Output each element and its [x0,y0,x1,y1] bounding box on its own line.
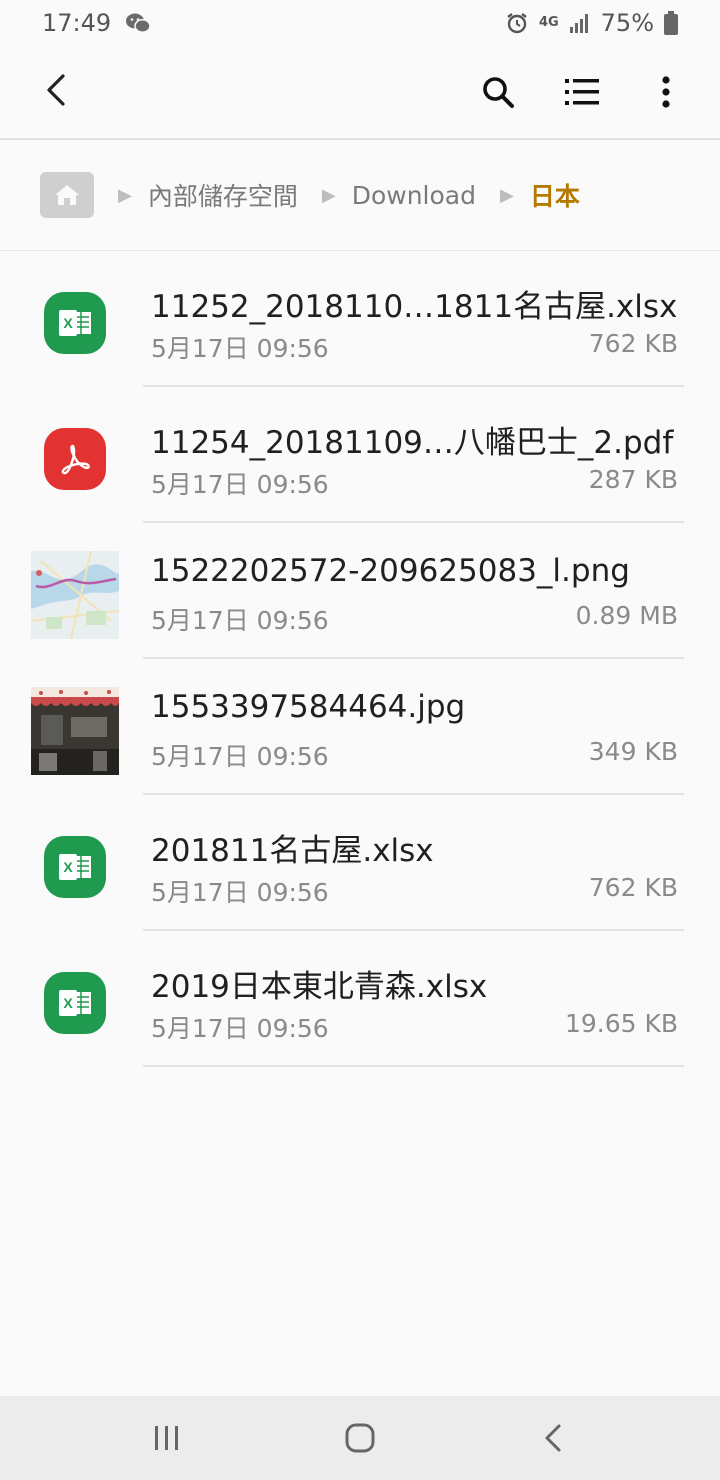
file-size: 19.65 KB [564,1009,678,1038]
file-row[interactable]: X 2019日本東北青森.xlsx 5月17日 09:56 19.65 KB [0,931,720,1067]
breadcrumb-current-folder[interactable]: 日本 [530,177,580,213]
app-bar-actions [470,64,694,120]
file-thumbnail [31,687,119,775]
file-size: 0.89 MB [575,601,678,630]
battery-icon [664,11,678,35]
file-size: 349 KB [588,737,678,766]
file-thumbnail: X [31,823,119,911]
recent-apps-button[interactable] [132,1408,202,1468]
row-divider [143,1065,684,1067]
home-folder-icon [55,185,79,205]
alarm-icon [505,11,529,35]
file-row[interactable]: 1522202572-209625083_l.png 5月17日 09:56 0… [0,523,720,659]
breadcrumb-internal-storage[interactable]: 內部儲存空間 [148,177,298,213]
file-size: 287 KB [588,465,678,494]
svg-text:X: X [63,995,73,1011]
nav-back-button[interactable] [518,1408,588,1468]
home-button[interactable] [325,1408,395,1468]
file-thumbnail [31,415,119,503]
signal-icon [569,12,591,34]
search-button[interactable] [470,64,526,120]
back-button[interactable] [32,66,80,114]
file-name: 11254_20181109…八幡巴士_2.pdf [151,425,674,461]
file-row[interactable]: X 11252_2018110…1811名古屋.xlsx 5月17日 09:56… [0,251,720,387]
recent-apps-icon [154,1426,178,1450]
file-row[interactable]: 11254_20181109…八幡巴士_2.pdf 5月17日 09:56 28… [0,387,720,523]
file-date: 5月17日 09:56 [151,334,329,363]
back-icon [545,1424,561,1452]
photo-thumbnail [31,687,119,775]
battery-percent: 75% [600,9,654,37]
chevron-right-icon: ▶ [499,184,514,206]
file-name: 11252_2018110…1811名古屋.xlsx [151,289,678,325]
search-icon [483,77,514,108]
file-date: 5月17日 09:56 [151,470,329,499]
file-date: 5月17日 09:56 [151,878,329,907]
more-options-icon [662,76,670,108]
file-size: 762 KB [588,873,678,902]
file-date: 5月17日 09:56 [151,606,329,635]
status-left: 17:49 [42,9,151,37]
home-folder-button[interactable] [40,172,94,218]
file-list: X 11252_2018110…1811名古屋.xlsx 5月17日 09:56… [0,251,720,1067]
file-name: 201811名古屋.xlsx [151,833,434,869]
excel-file-icon: X [44,972,106,1034]
file-name: 2019日本東北青森.xlsx [151,969,488,1005]
list-view-icon [565,79,599,105]
chevron-right-icon: ▶ [321,184,336,206]
excel-file-icon: X [44,292,106,354]
file-row[interactable]: X 201811名古屋.xlsx 5月17日 09:56 762 KB [0,795,720,931]
back-arrow-icon [47,74,65,106]
file-thumbnail [31,551,119,639]
svg-text:X: X [63,859,73,875]
more-options-button[interactable] [638,64,694,120]
svg-text:X: X [63,315,73,331]
excel-file-icon: X [44,836,106,898]
chevron-right-icon: ▶ [118,184,132,206]
navigation-bar [0,1396,720,1480]
file-name: 1522202572-209625083_l.png [151,553,630,589]
network-type: 4G [538,15,559,30]
status-bar: 17:49 4G 75% [0,0,720,46]
file-size: 762 KB [588,329,678,358]
file-thumbnail: X [31,279,119,367]
wechat-icon [125,12,151,34]
breadcrumb-download[interactable]: Download [352,181,476,210]
app-bar [0,46,720,138]
status-right: 4G 75% [505,9,678,37]
map-image-thumbnail [31,551,119,639]
breadcrumb: ▶ 內部儲存空間 ▶ Download ▶ 日本 [0,140,720,250]
file-date: 5月17日 09:56 [151,1014,329,1043]
file-row[interactable]: 1553397584464.jpg 5月17日 09:56 349 KB [0,659,720,795]
status-time: 17:49 [42,9,112,37]
file-manager-screen: 17:49 4G 75% ▶ 內部儲存空間 ▶ Download ▶ 日本 X … [0,0,720,1480]
file-thumbnail: X [31,959,119,1047]
list-view-button[interactable] [554,64,610,120]
file-name: 1553397584464.jpg [151,689,466,725]
home-icon [345,1423,375,1453]
file-date: 5月17日 09:56 [151,742,329,771]
pdf-file-icon [44,428,106,490]
